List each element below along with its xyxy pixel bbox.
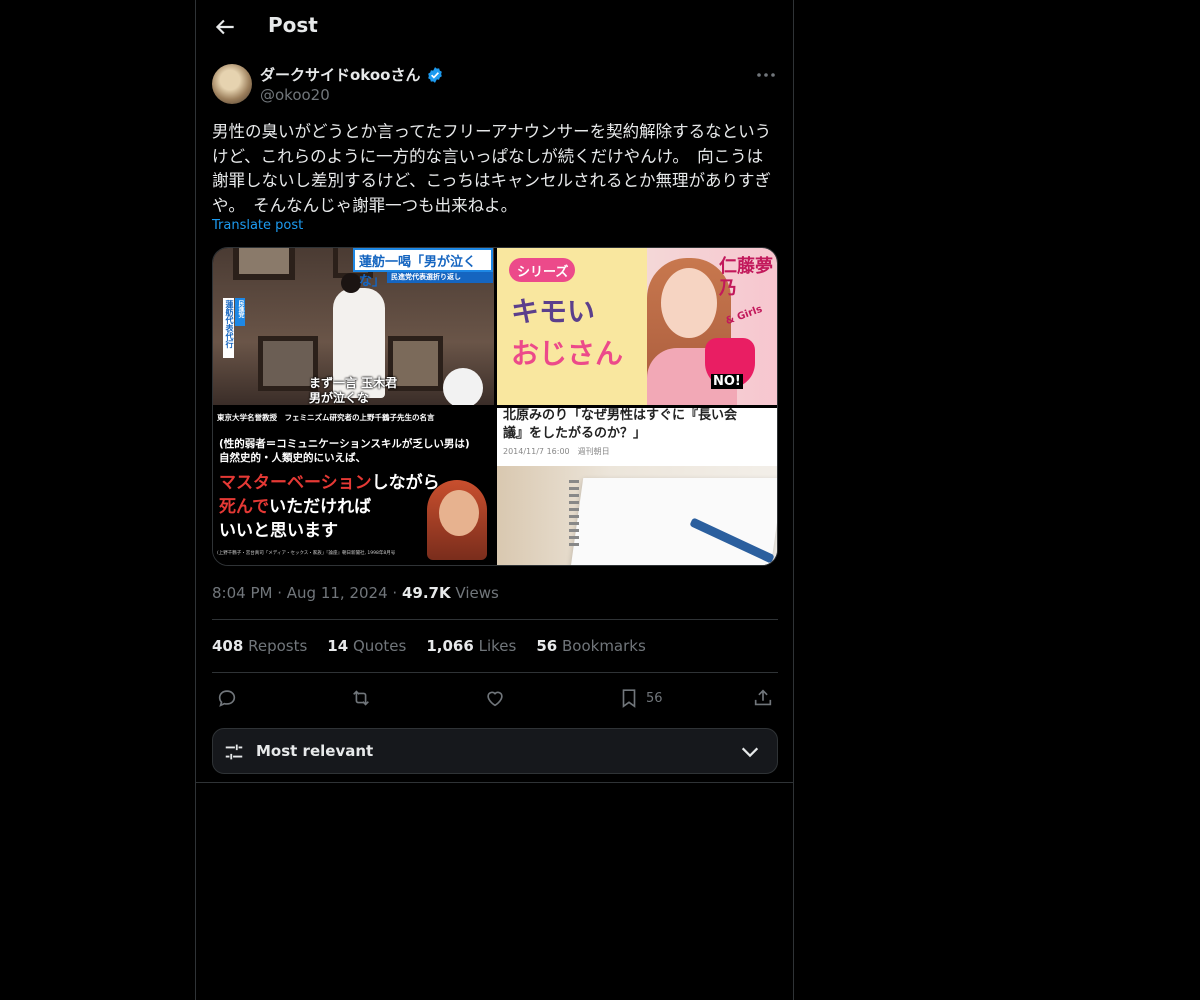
img1-side-label-2: 民進党: [237, 300, 244, 318]
like-button[interactable]: [484, 684, 506, 712]
img2-no: NO!: [711, 374, 743, 389]
more-icon[interactable]: [755, 66, 777, 84]
img3-line-4-red: 死んで: [219, 497, 270, 517]
bookmarks-count[interactable]: 56 Bookmarks: [536, 637, 645, 655]
bookmark-count: 56: [646, 690, 663, 706]
header: Post: [196, 0, 793, 55]
divider: [196, 782, 793, 783]
img4-meta: 2014/11/7 16:00 週刊朝日: [503, 447, 610, 456]
img3-line-2: 自然史的・人類史的にいえば、: [219, 452, 366, 464]
quotes-count[interactable]: 14 Quotes: [327, 637, 406, 655]
post-date[interactable]: Aug 11, 2024: [287, 584, 388, 602]
page-title: Post: [268, 13, 318, 37]
img3-source: (上野千鶴子・宮台真司「メディア・セックス・家族」『論座』朝日新聞社, 1998…: [217, 551, 396, 556]
post-time[interactable]: 8:04 PM: [212, 584, 272, 602]
chevron-down-icon: [741, 747, 759, 758]
engagement-counts: 408 Reposts 14 Quotes 1,066 Likes 56 Boo…: [212, 637, 646, 655]
media-grid: 蓮舫一喝「男が泣くな」 民進党代表選折り返し 蓮舫代表代行 民進党 まず一言 玉…: [212, 247, 778, 566]
img3-header: 東京大学名誉教授 フェミニズム研究者の上野千鶴子先生の名言: [217, 413, 435, 422]
img1-caption-sub: 民進党代表選折り返し: [391, 273, 461, 281]
filter-icon: [225, 744, 243, 760]
post-text: 男性の臭いがどうとか言ってたフリーアナウンサーを契約解除するなというけど、これら…: [212, 122, 772, 215]
divider: [212, 619, 778, 620]
img1-caption-top: 蓮舫一喝「男が泣くな」: [359, 255, 477, 289]
main-column: Post ダークサイドokooさん @okoo20 男性の臭いがどうとか言ってた…: [195, 0, 794, 1000]
post-meta: 8:04 PM · Aug 11, 2024 · 49.7K Views: [212, 584, 499, 602]
media-image-3[interactable]: 東京大学名誉教授 フェミニズム研究者の上野千鶴子先生の名言 (性的弱者＝コミュニ…: [213, 408, 494, 565]
likes-count[interactable]: 1,066 Likes: [426, 637, 516, 655]
bookmark-button[interactable]: 56: [618, 684, 663, 712]
img1-side-label: 蓮舫代表代行: [225, 300, 234, 348]
views-count: 49.7K: [401, 584, 451, 602]
views-label: Views: [455, 584, 499, 602]
img3-line-3-white: しながら: [371, 473, 440, 493]
media-image-2[interactable]: シリーズ キモい おじさん 仁藤夢乃 & Girls NO!: [497, 248, 777, 405]
reposts-count[interactable]: 408 Reposts: [212, 637, 307, 655]
img4-title-1: 北原みのり「なぜ男性はすぐに『長い会: [503, 408, 738, 423]
author-name-row[interactable]: ダークサイドokooさん: [260, 64, 444, 85]
sort-label: Most relevant: [256, 742, 374, 760]
author-name[interactable]: ダークサイドokooさん: [260, 64, 421, 85]
img3-line-1: (性的弱者＝コミュニケーションスキルが乏しい男は): [219, 438, 470, 450]
action-bar: 56: [212, 684, 778, 712]
share-icon: [754, 689, 772, 706]
sort-replies-dropdown[interactable]: Most relevant: [212, 728, 778, 774]
author-handle[interactable]: @okoo20: [260, 86, 330, 104]
img3-line-3-red: マスターベーション: [219, 473, 372, 493]
img2-name: 仁藤夢乃: [719, 256, 773, 299]
img2-tag: シリーズ: [517, 265, 569, 280]
repost-icon: [353, 690, 369, 706]
translate-link[interactable]: Translate post: [212, 218, 303, 233]
avatar[interactable]: [212, 64, 252, 104]
img2-line-1: キモい: [511, 295, 596, 328]
verified-badge-icon: [427, 66, 442, 83]
media-image-1[interactable]: 蓮舫一喝「男が泣くな」 民進党代表選折り返し 蓮舫代表代行 民進党 まず一言 玉…: [213, 248, 494, 405]
back-arrow-icon[interactable]: [212, 14, 238, 40]
media-image-4[interactable]: 北原みのり「なぜ男性はすぐに『長い会 議』をしたがるのか？」 2014/11/7…: [497, 408, 777, 565]
reply-button[interactable]: [216, 684, 238, 712]
img4-title-2: 議』をしたがるのか？」: [503, 426, 647, 441]
divider: [212, 672, 778, 673]
img2-line-2: おじさん: [511, 337, 624, 370]
reply-icon: [218, 690, 236, 707]
share-button[interactable]: [752, 684, 774, 712]
like-icon: [487, 691, 503, 707]
img1-bottom-line-2: 男が泣くな: [309, 391, 370, 405]
bookmark-icon: [622, 689, 636, 708]
img3-line-5: いいと思います: [219, 521, 338, 541]
repost-button[interactable]: [350, 684, 372, 712]
img3-line-4-white: いただければ: [269, 497, 372, 517]
